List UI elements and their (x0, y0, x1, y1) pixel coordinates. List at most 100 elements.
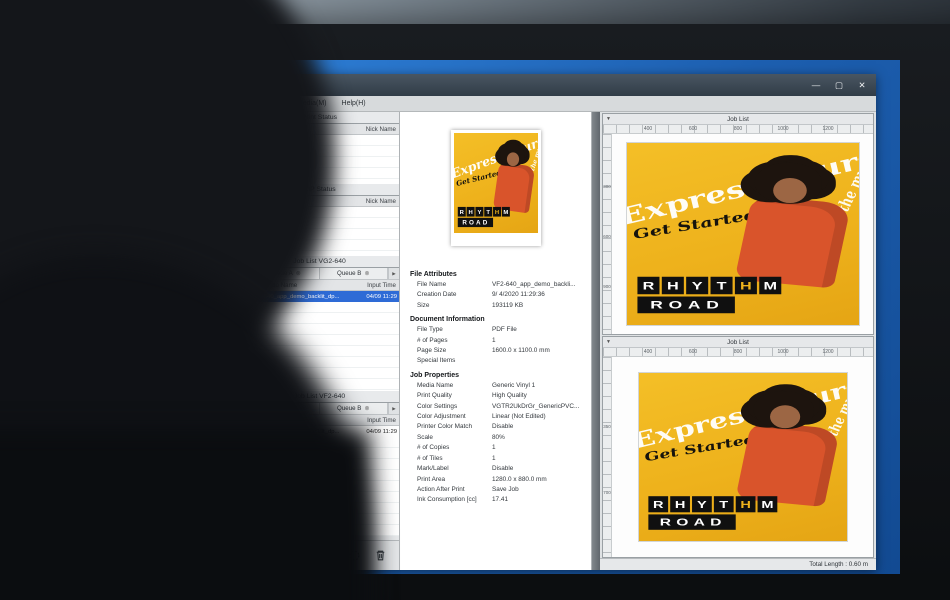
poster-title-letter: H (661, 277, 683, 294)
ruler-tick-label: 900 (603, 284, 611, 289)
pane-1-title: ▼ Job List (603, 114, 873, 125)
column-nick-name[interactable]: Nick Name (356, 198, 396, 205)
ruler-tick-label: 400 (644, 349, 652, 355)
property-label: # of Copies (410, 443, 492, 453)
property-row: Printer Color MatchDisable (410, 422, 585, 432)
column-input-time[interactable]: Input Time (356, 417, 396, 424)
poster-artwork: Express Yourself listen to the music Get… (454, 133, 538, 234)
property-value: 9/ 4/2020 11:29:36 (492, 290, 585, 300)
poster-title-block: RHYTHM ROAD (648, 496, 777, 530)
property-row: Page Size1600.0 x 1100.0 mm (410, 346, 585, 356)
pane-1-label: Job List (727, 116, 749, 123)
panel-splitter[interactable] (592, 112, 600, 570)
property-label: Size (410, 301, 492, 311)
property-label: Special Items (410, 356, 492, 366)
property-value: Disable (492, 464, 585, 474)
property-row: Color SettingsVGTR2UkDrGr_GenericPVC... (410, 402, 585, 412)
property-row: Media NameGeneric Vinyl 1 (410, 381, 585, 391)
property-row: # of Pages1 (410, 336, 585, 346)
close-button[interactable]: ✕ (855, 78, 869, 92)
property-label: Color Settings (410, 402, 492, 412)
property-value: Linear (Not Edited) (492, 412, 585, 422)
property-row: Ink Consumption [cc]17.41 (410, 495, 585, 505)
collapse-icon[interactable]: ▼ (606, 337, 611, 348)
poster-title-letter: R (457, 207, 465, 217)
property-row: Color AdjustmentLinear (Not Edited) (410, 412, 585, 422)
poster-figure-jacket (492, 161, 534, 213)
property-value: PDF File (492, 325, 585, 335)
preview-pane-1: ▼ Job List 40060080010001200 300600900 E… (602, 113, 874, 335)
job-preview-thumbnail[interactable]: Express Yourself listen to the music Get… (400, 112, 591, 264)
layout-poster-2[interactable]: Express Yourself listen to the music Get… (639, 373, 847, 541)
property-group-title: Document Information (410, 316, 585, 323)
layout-poster-1[interactable]: Express Yourself listen to the music Get… (627, 143, 859, 325)
ruler-tick-label: 350 (603, 424, 611, 429)
property-row: Print QualityHigh Quality (410, 391, 585, 401)
poster-title-block: RHYTHM ROAD (637, 277, 781, 313)
property-value (492, 356, 585, 366)
queue-next-button[interactable]: ▶ (388, 268, 399, 279)
menu-item-help[interactable]: Help(H) (342, 100, 366, 107)
poster-title-rhythm: RHYTHM (457, 207, 509, 217)
horizontal-ruler: 40060080010001200 (603, 125, 873, 134)
layout-canvas-2[interactable]: Express Yourself listen to the music Get… (612, 357, 873, 557)
property-value: Generic Vinyl 1 (492, 381, 585, 391)
delete-job-icon[interactable] (374, 549, 387, 562)
property-row: # of Copies1 (410, 443, 585, 453)
horizontal-ruler: 40060080010001200 (603, 348, 873, 357)
queue-close-icon[interactable]: ⊗ (364, 405, 369, 412)
poster-artwork: Express Yourself listen to the music Get… (627, 143, 859, 325)
ruler-tick-label: 300 (603, 184, 611, 189)
layout-canvas-1[interactable]: Express Yourself listen to the music Get… (612, 134, 873, 334)
poster-title-letter: R (648, 496, 668, 512)
property-label: File Type (410, 325, 492, 335)
property-value: 1600.0 x 1100.0 mm (492, 346, 585, 356)
pane-1-body: 300 600 900 Express Yourself listen to the… (603, 134, 873, 334)
poster-figure-face (506, 152, 518, 166)
ruler-tick-label: 700 (603, 490, 611, 495)
queue-next-button[interactable]: ▶ (388, 403, 399, 414)
poster-title-letter: M (757, 496, 777, 512)
status-bar: Total Length : 0.60 m (600, 558, 876, 570)
poster-artwork: Express Yourself listen to the music Get… (639, 373, 847, 541)
vertical-ruler: 350 700 (603, 357, 612, 557)
ruler-tick-label: 600 (603, 234, 611, 239)
property-row: File NameVF2-640_app_demo_backli... (410, 280, 585, 290)
poster-title-letter: H (493, 207, 501, 217)
property-row: Creation Date9/ 4/2020 11:29:36 (410, 290, 585, 300)
poster-title-block: RHYTHM ROAD (457, 207, 509, 227)
property-label: Creation Date (410, 290, 492, 300)
job-properties-panel: Express Yourself listen to the music Get… (400, 112, 592, 570)
preview-pane-2: ▼ Job List 40060080010001200 350 700 Expr… (602, 336, 874, 558)
property-value: 193119 KB (492, 301, 585, 311)
vg2-queue-b-tab[interactable]: Queue B ⊗ (320, 268, 389, 279)
poster-title-rhythm: RHYTHM (648, 496, 777, 512)
ruler-tick-label: 1200 (822, 126, 833, 132)
pane-2-label: Job List (727, 339, 749, 346)
collapse-icon[interactable]: ▼ (606, 114, 611, 125)
property-value: 17.41 (492, 495, 585, 505)
minimize-button[interactable]: — (809, 78, 823, 92)
property-label: Ink Consumption [cc] (410, 495, 492, 505)
ruler-tick-label: 1000 (777, 126, 788, 132)
preview-panel: ▼ Job List 40060080010001200 300 600 900 E… (600, 112, 876, 570)
thumbnail-page: Express Yourself listen to the music Get… (451, 130, 541, 247)
property-value: VF2-640_app_demo_backli... (492, 280, 585, 290)
poster-title-road: ROAD (648, 514, 736, 529)
poster-title-letter: T (713, 496, 733, 512)
poster-figure-face (770, 405, 800, 428)
property-label: # of Pages (410, 336, 492, 346)
property-value: 80% (492, 433, 585, 443)
column-input-time[interactable]: Input Time (356, 282, 396, 289)
poster-figure-jacket (735, 421, 840, 507)
property-label: Color Adjustment (410, 412, 492, 422)
property-value: 1280.0 x 880.0 mm (492, 475, 585, 485)
queue-close-icon[interactable]: ⊗ (364, 270, 369, 277)
poster-title-letter: H (670, 496, 690, 512)
column-nick-name[interactable]: Nick Name (356, 126, 396, 133)
property-value: 1 (492, 454, 585, 464)
property-label: Print Quality (410, 391, 492, 401)
property-group-title: File Attributes (410, 271, 585, 278)
maximize-button[interactable]: ▢ (832, 78, 846, 92)
poster-title-letter: T (484, 207, 492, 217)
